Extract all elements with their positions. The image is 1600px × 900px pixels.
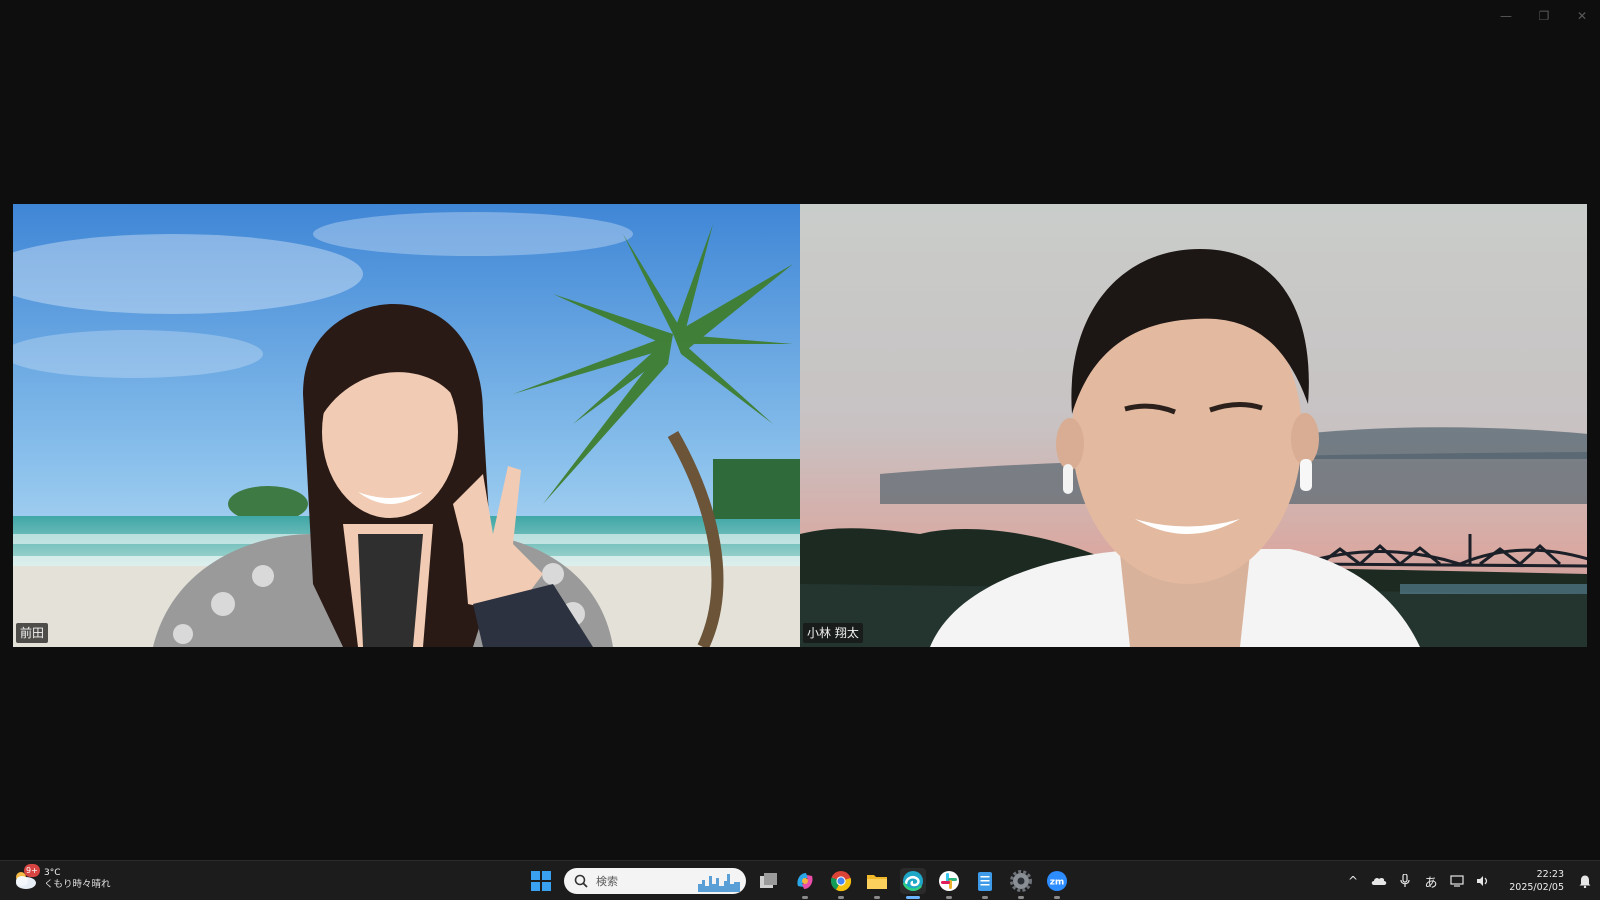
taskbar-clock[interactable]: 22:23 2025/02/05 <box>1502 868 1564 894</box>
clock-time: 22:23 <box>1536 869 1564 880</box>
weather-widget[interactable]: 9+ 3°C くもり時々晴れ <box>12 864 111 892</box>
volume-icon[interactable] <box>1470 861 1496 900</box>
chrome-icon <box>830 871 852 892</box>
task-view-icon <box>760 873 777 888</box>
clock-date: 2025/02/05 <box>1509 882 1564 893</box>
weather-condition: くもり時々晴れ <box>44 879 111 890</box>
taskbar-apps: 検索 zm <box>528 861 1070 900</box>
participant-name-label: 小林 翔太 <box>803 623 863 643</box>
weather-alert-badge: 9+ <box>24 864 40 877</box>
chrome-button[interactable] <box>828 868 854 899</box>
microphone-icon[interactable] <box>1392 861 1418 900</box>
video-feed-sunset <box>800 204 1587 647</box>
window-controls: — ❐ ✕ <box>1496 6 1592 26</box>
copilot-icon <box>797 873 813 889</box>
edge-icon <box>902 871 923 891</box>
notepad-button[interactable] <box>972 868 998 899</box>
video-tile-participant-2[interactable]: 小林 翔太 <box>800 204 1587 647</box>
chevron-up-icon[interactable]: ^ <box>1340 861 1366 900</box>
notepad-icon <box>978 872 992 891</box>
minimize-button[interactable]: — <box>1496 6 1516 26</box>
search-icon <box>574 874 588 888</box>
windows-icon <box>531 871 551 891</box>
video-feed-beach <box>13 204 800 647</box>
search-placeholder: 検索 <box>596 875 618 888</box>
cloud-sun-icon: 9+ <box>12 864 40 892</box>
edge-button[interactable] <box>900 868 926 899</box>
notification-bell-icon[interactable] <box>1570 861 1600 900</box>
start-button[interactable] <box>528 868 554 894</box>
system-tray: ^ あ 22:23 2025/02/05 <box>1340 861 1600 900</box>
network-icon[interactable] <box>1444 861 1470 900</box>
taskbar-search[interactable]: 検索 <box>564 868 746 894</box>
video-tile-participant-1[interactable]: 前田 <box>13 204 800 647</box>
file-explorer-button[interactable] <box>864 868 890 899</box>
restore-button[interactable]: ❐ <box>1534 6 1554 26</box>
onedrive-icon[interactable] <box>1366 861 1392 900</box>
participant-name-label: 前田 <box>16 623 49 643</box>
zoom-icon: zm <box>1047 871 1067 891</box>
copilot-button[interactable] <box>792 868 818 899</box>
svg-text:zm: zm <box>1050 878 1065 888</box>
close-button[interactable]: ✕ <box>1572 6 1592 26</box>
weather-temperature: 3°C <box>44 868 61 878</box>
video-gallery: 前田 小林 翔太 <box>13 204 1588 647</box>
slack-icon <box>939 871 959 891</box>
ime-indicator[interactable]: あ <box>1418 861 1444 900</box>
task-view-button[interactable] <box>756 868 782 894</box>
settings-button[interactable] <box>1008 868 1034 899</box>
slack-button[interactable] <box>936 868 962 899</box>
zoom-button[interactable]: zm <box>1044 868 1070 899</box>
taskbar: 9+ 3°C くもり時々晴れ 検索 zm ^ あ 22:23 2025/02/0… <box>0 860 1600 900</box>
city-skyline-icon <box>698 874 740 892</box>
folder-icon <box>867 875 887 889</box>
gear-icon <box>1010 870 1032 892</box>
